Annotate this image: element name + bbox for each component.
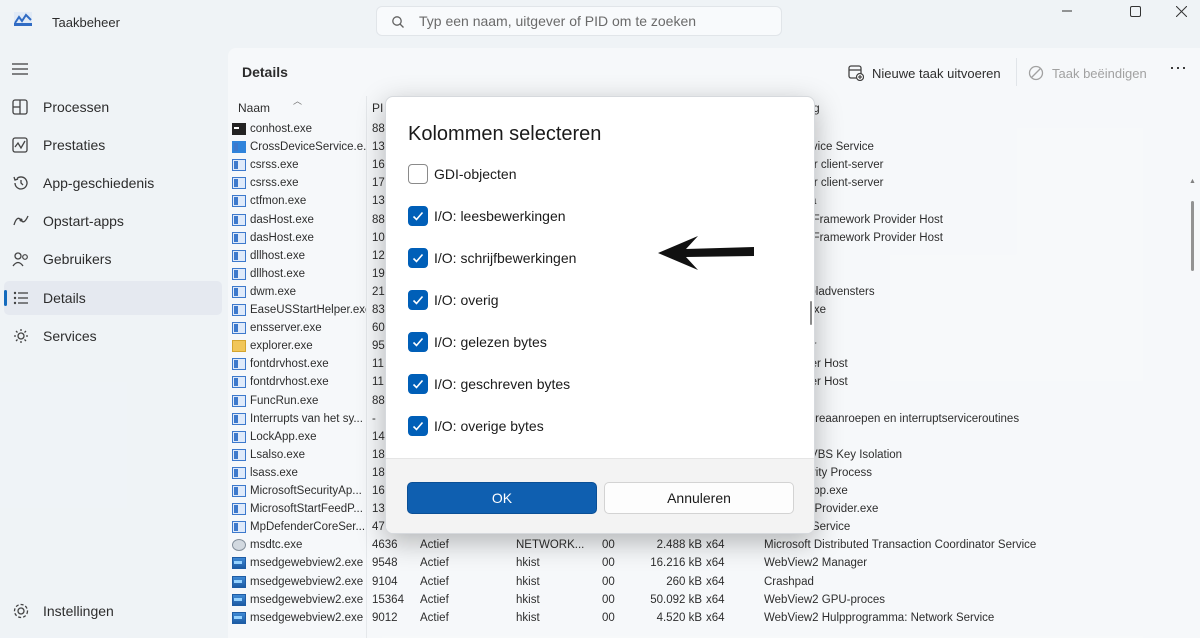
option-label: I/O: overige bytes [434,418,544,434]
checkbox[interactable] [408,416,428,436]
option-label: I/O: gelezen bytes [434,334,547,350]
column-option[interactable]: I/O: overig [408,289,788,311]
option-label: I/O: overig [434,292,499,308]
checkbox[interactable] [408,290,428,310]
dialog-scrollbar[interactable] [810,301,812,325]
checkbox[interactable] [408,248,428,268]
select-columns-dialog: Kolommen selecteren GDI-objecten I/O: lee… [385,96,815,534]
checkmark-icon [412,295,424,305]
option-label: GDI-objecten [434,166,517,182]
checkmark-icon [412,421,424,431]
column-option[interactable]: I/O: gelezen bytes [408,331,788,353]
checkbox[interactable] [408,206,428,226]
checkmark-icon [412,379,424,389]
arrow-annotation-icon [658,236,754,270]
checkmark-icon [412,337,424,347]
column-option[interactable]: I/O: overige bytes [408,415,788,437]
option-label: I/O: geschreven bytes [434,376,571,392]
checkmark-icon [412,253,424,263]
checkbox[interactable] [408,374,428,394]
checkmark-icon [412,211,424,221]
cancel-button[interactable]: Annuleren [604,482,794,514]
checkbox[interactable] [408,332,428,352]
option-label: I/O: schrijfbewerkingen [434,250,577,266]
option-label: I/O: leesbewerkingen [434,208,566,224]
checkbox[interactable] [408,164,428,184]
dialog-footer: OK Annuleren [386,458,814,533]
column-option[interactable]: I/O: leesbewerkingen [408,205,788,227]
column-option[interactable]: GDI-objecten [408,163,788,185]
column-option[interactable]: I/O: geschreven bytes [408,373,788,395]
ok-button[interactable]: OK [407,482,597,514]
dialog-title: Kolommen selecteren [408,123,602,145]
